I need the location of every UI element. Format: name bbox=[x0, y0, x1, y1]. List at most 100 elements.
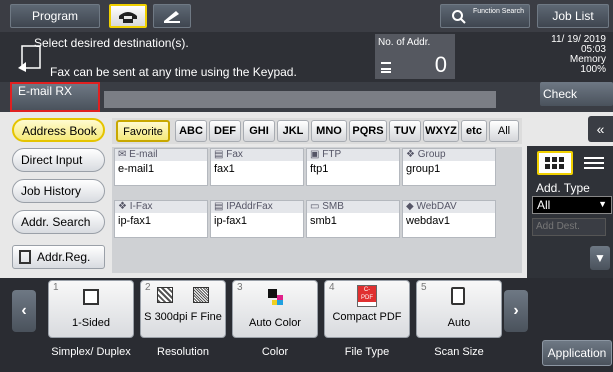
function-search-button[interactable]: Function Search bbox=[440, 4, 530, 28]
direct-input-button[interactable]: Direct Input bbox=[12, 148, 105, 172]
grid-view-icon bbox=[545, 157, 564, 169]
destination-name: ip-fax1 bbox=[214, 215, 248, 227]
simplex-icon bbox=[83, 289, 99, 305]
tab-mno[interactable]: MNO bbox=[311, 120, 347, 142]
function-number: 3 bbox=[237, 282, 243, 293]
check-setting-button[interactable]: Check Setting bbox=[540, 82, 613, 125]
resolution-button[interactable]: 2 S 300dpi F Fine bbox=[140, 280, 226, 338]
destination-input-bar bbox=[104, 91, 496, 108]
destination-type-webdav: ◆ WebDAV bbox=[403, 201, 495, 213]
ipaddrfax-icon: ▤ bbox=[214, 201, 224, 212]
addr-search-button[interactable]: Addr. Search bbox=[12, 210, 105, 234]
function-bar: ‹ 1 1-Sided Simplex/ Duplex 2 S 300dpi F… bbox=[0, 278, 613, 372]
tab-pqrs[interactable]: PQRS bbox=[349, 120, 387, 142]
color-value: Auto Color bbox=[249, 317, 301, 329]
destination-name: webdav1 bbox=[406, 215, 451, 227]
destination-type-ipaddrfax: ▤ IPAddrFax bbox=[211, 201, 303, 213]
register-icon bbox=[19, 250, 31, 264]
tab-jkl[interactable]: JKL bbox=[277, 120, 309, 142]
webdav-icon: ◆ bbox=[406, 201, 414, 212]
fax-icon: ▤ bbox=[214, 149, 224, 160]
simplex-duplex-label: Simplex/ Duplex bbox=[51, 346, 131, 358]
scroll-right-button[interactable]: › bbox=[504, 290, 528, 332]
ftp-icon: ▣ bbox=[310, 149, 320, 160]
simplex-duplex-value: 1-Sided bbox=[72, 317, 110, 329]
color-button[interactable]: 3 Auto Color bbox=[232, 280, 318, 338]
status-info: 11/ 19/ 2019 05:03 Memory 100% bbox=[500, 35, 612, 75]
list-view-button[interactable] bbox=[577, 151, 611, 175]
resolution-icon bbox=[157, 287, 173, 303]
destination-card[interactable]: ▤ Fax fax1 bbox=[210, 148, 304, 186]
tab-def[interactable]: DEF bbox=[209, 120, 241, 142]
tab-wxyz[interactable]: WXYZ bbox=[423, 120, 459, 142]
email-rx-button[interactable]: E-mail RX bbox=[10, 82, 100, 112]
tab-ghi[interactable]: GHI bbox=[243, 120, 275, 142]
menu-down-icon[interactable]: ▼ bbox=[590, 246, 610, 270]
destination-grid: ✉ E-mail e-mail1 ▤ Fax fax1 ▣ FTP ftp1 ❖… bbox=[112, 147, 522, 273]
tab-all[interactable]: All bbox=[489, 120, 519, 142]
scan-size-value: Auto bbox=[447, 317, 471, 329]
fax-mode-button[interactable] bbox=[109, 4, 147, 28]
destination-type-group: ❖ Group bbox=[403, 149, 495, 161]
search-icon bbox=[452, 10, 466, 24]
scan-mode-button[interactable] bbox=[153, 4, 191, 28]
job-list-button[interactable]: Job List bbox=[537, 4, 609, 28]
add-dest-button[interactable]: Add Dest. bbox=[532, 218, 606, 236]
tab-favorite[interactable]: Favorite bbox=[116, 120, 170, 142]
resolution-fine-icon bbox=[193, 287, 209, 303]
add-type-value: All bbox=[537, 198, 551, 212]
scan-size-button[interactable]: 5 Auto bbox=[416, 280, 502, 338]
tab-etc[interactable]: etc bbox=[461, 120, 487, 142]
grid-view-button[interactable] bbox=[537, 151, 573, 175]
destination-card[interactable]: ▣ FTP ftp1 bbox=[306, 148, 400, 186]
destination-type-ftp: ▣ FTP bbox=[307, 149, 399, 161]
dropdown-arrow-icon: ▼ bbox=[598, 199, 607, 209]
no-of-addr-value: 0 bbox=[434, 52, 447, 77]
program-button[interactable]: Program bbox=[10, 4, 100, 28]
smb-icon: ▭ bbox=[310, 201, 320, 212]
pen-icon bbox=[164, 11, 180, 23]
index-tabs: Favorite ABC DEF GHI JKL MNO PQRS TUV WX… bbox=[112, 118, 522, 144]
simplex-duplex-button[interactable]: 1 1-Sided bbox=[48, 280, 134, 338]
message-line1: Select desired destination(s). bbox=[34, 36, 189, 50]
collapse-panel-icon[interactable]: « bbox=[588, 116, 613, 142]
phone-icon bbox=[119, 12, 137, 23]
envelope-icon: ✉ bbox=[118, 149, 127, 160]
application-button[interactable]: Application bbox=[542, 340, 612, 366]
scan-size-label: Scan Size bbox=[434, 346, 484, 358]
function-number: 2 bbox=[145, 282, 151, 293]
destination-card[interactable]: ❖ I-Fax ip-fax1 bbox=[114, 200, 208, 238]
group-icon: ❖ bbox=[406, 149, 415, 160]
resolution-label: Resolution bbox=[157, 346, 209, 358]
address-count-box: No. of Addr. 0 bbox=[375, 34, 455, 79]
destination-card[interactable]: ✉ E-mail e-mail1 bbox=[114, 148, 208, 186]
color-icon bbox=[268, 289, 283, 305]
destination-card[interactable]: ▤ IPAddrFax ip-fax1 bbox=[210, 200, 304, 238]
pdf-icon: C-PDF bbox=[357, 285, 377, 307]
destination-card[interactable]: ◆ WebDAV webdav1 bbox=[402, 200, 496, 238]
function-number: 5 bbox=[421, 282, 427, 293]
add-type-label: Add. Type bbox=[536, 181, 590, 195]
function-number: 1 bbox=[53, 282, 59, 293]
destination-type-fax: ▤ Fax bbox=[211, 149, 303, 161]
add-type-select[interactable]: All ▼ bbox=[532, 196, 612, 214]
scroll-left-button[interactable]: ‹ bbox=[12, 290, 36, 332]
no-of-addr-label: No. of Addr. bbox=[378, 37, 431, 48]
tab-tuv[interactable]: TUV bbox=[389, 120, 421, 142]
destination-name: ftp1 bbox=[310, 163, 329, 175]
addr-reg-button[interactable]: Addr.Reg. bbox=[12, 245, 105, 269]
file-type-label: File Type bbox=[344, 346, 390, 358]
color-label: Color bbox=[261, 346, 289, 358]
address-book-button[interactable]: Address Book bbox=[12, 118, 105, 142]
tab-abc[interactable]: ABC bbox=[175, 120, 207, 142]
destination-name: smb1 bbox=[310, 215, 337, 227]
function-number: 4 bbox=[329, 282, 335, 293]
destination-card[interactable]: ▭ SMB smb1 bbox=[306, 200, 400, 238]
destination-name: ip-fax1 bbox=[118, 215, 152, 227]
destination-name: fax1 bbox=[214, 163, 235, 175]
destination-card[interactable]: ❖ Group group1 bbox=[402, 148, 496, 186]
file-type-button[interactable]: 4 C-PDF Compact PDF bbox=[324, 280, 410, 338]
addr-reg-label: Addr.Reg. bbox=[37, 250, 91, 264]
destination-type-ifax: ❖ I-Fax bbox=[115, 201, 207, 213]
job-history-button[interactable]: Job History bbox=[12, 179, 105, 203]
